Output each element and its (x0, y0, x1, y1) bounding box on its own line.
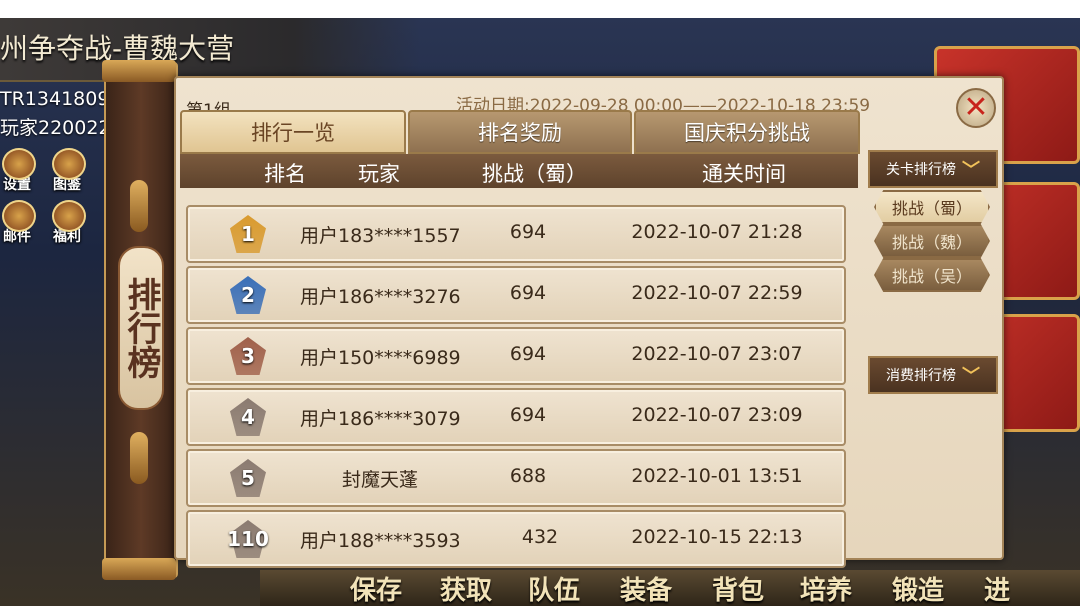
score: 694 (509, 343, 547, 365)
bottom-obtain[interactable]: 获取 (440, 570, 492, 606)
clear-time: 2022-10-07 23:09 (631, 404, 803, 426)
col-clear-time: 通关时间 (702, 162, 786, 186)
table-row: 1 用户183****1557 694 2022-10-07 21:28 (186, 205, 846, 263)
table-row: 4 用户186****3079 694 2022-10-07 23:09 (186, 388, 846, 446)
mail-button[interactable]: 邮件 (0, 200, 40, 246)
player-name: 用户183****1557 (300, 225, 461, 247)
bottom-team[interactable]: 队伍 (528, 570, 580, 606)
player-name: 用户186****3276 (300, 286, 461, 308)
rank-badge: 2 (228, 276, 268, 314)
clear-time: 2022-10-07 22:59 (631, 282, 803, 304)
rank-badge: 1 (228, 215, 268, 253)
table-row: 2 用户186****3276 694 2022-10-07 22:59 (186, 266, 846, 324)
rank-badge: 5 (228, 459, 268, 497)
gift-icon (52, 200, 86, 232)
mail-icon (2, 200, 36, 232)
settings-button[interactable]: 设置 (0, 148, 40, 194)
col-rank: 排名 (264, 162, 306, 186)
tab-ranking-rewards[interactable]: 排名奖励 (408, 110, 632, 154)
player-id: TR1341809 (0, 88, 110, 110)
col-challenge: 挑战（蜀） (482, 162, 587, 186)
clear-time: 2022-10-01 13:51 (631, 465, 803, 487)
bottom-equip[interactable]: 装备 (620, 570, 672, 606)
table-row: 5 封魔天蓬 688 2022-10-01 13:51 (186, 449, 846, 507)
challenge-wu-button[interactable]: 挑战（吴） (874, 258, 990, 292)
codex-icon (52, 148, 86, 180)
player-name: 封魔天蓬 (341, 469, 418, 491)
clear-time: 2022-10-15 22:13 (631, 526, 803, 548)
spend-ranking-dropdown[interactable]: 消费排行榜 ﹀ (868, 356, 998, 394)
welfare-button[interactable]: 福利 (44, 200, 90, 246)
leaderboard-tab[interactable]: 排行榜 (118, 246, 164, 410)
close-button[interactable]: ✕ (956, 88, 996, 128)
score: 688 (509, 465, 547, 487)
clear-time: 2022-10-07 21:28 (631, 221, 803, 243)
table-row-self: 110 用户188****3593 432 2022-10-15 22:13 (186, 510, 846, 568)
codex-button[interactable]: 图鉴 (44, 148, 90, 194)
player-name: 用户188****3593 (300, 530, 461, 552)
challenge-wei-button[interactable]: 挑战（魏） (874, 224, 990, 258)
stage-ranking-dropdown[interactable]: 关卡排行榜 ﹀ (868, 150, 998, 188)
table-header: 排名 玩家 挑战（蜀） 通关时间 (180, 154, 858, 188)
player-name: 玩家220022 (0, 117, 111, 139)
challenge-shu-button[interactable]: 挑战（蜀） (874, 190, 990, 224)
ornament-knot (130, 180, 148, 232)
settings-icon (2, 148, 36, 180)
col-player: 玩家 (358, 162, 400, 186)
rank-badge: 4 (228, 398, 268, 436)
tab-national-day-challenge[interactable]: 国庆积分挑战 (634, 110, 860, 154)
rank-badge: 3 (228, 337, 268, 375)
table-row: 3 用户150****6989 694 2022-10-07 23:07 (186, 327, 846, 385)
score: 694 (509, 221, 547, 243)
player-name: 用户186****3079 (300, 408, 461, 430)
map-title: 州争夺战-曹魏大营 (0, 18, 420, 82)
tab-ranking-overview[interactable]: 排行一览 (180, 110, 406, 154)
bottom-bag[interactable]: 背包 (712, 570, 764, 606)
score: 694 (509, 282, 547, 304)
bottom-save[interactable]: 保存 (350, 570, 402, 606)
chevron-down-icon: ﹀ (962, 366, 980, 387)
bottom-train[interactable]: 培养 (800, 570, 852, 606)
ornament-knot (130, 432, 148, 484)
bottom-forge[interactable]: 锻造 (892, 570, 944, 606)
score: 694 (509, 404, 547, 426)
close-x-icon: ✕ (963, 90, 989, 125)
chevron-down-icon: ﹀ (962, 160, 980, 181)
clear-time: 2022-10-07 23:07 (631, 343, 803, 365)
rank-badge: 110 (227, 520, 269, 558)
player-name: 用户150****6989 (300, 347, 461, 369)
bottom-advance[interactable]: 进 (984, 570, 1010, 606)
score: 432 (521, 526, 559, 548)
